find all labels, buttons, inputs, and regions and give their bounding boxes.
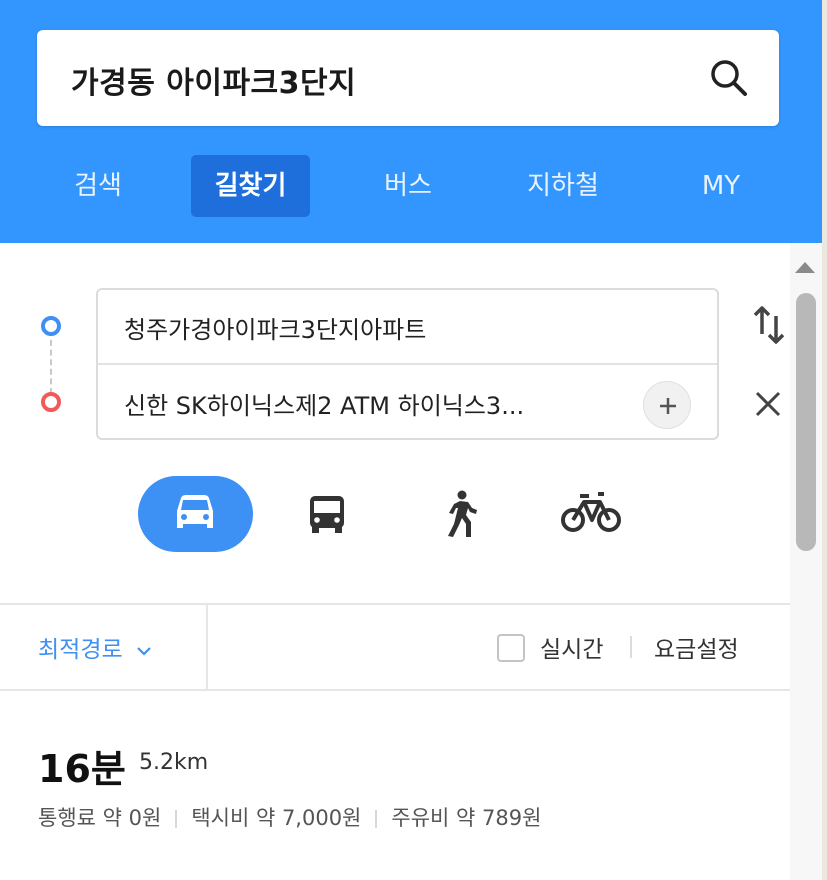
bicycle-icon [561, 492, 621, 532]
divider-vertical [206, 605, 208, 689]
toll-cost: 통행료 약 0원 [38, 806, 162, 830]
main-tabs: 검색 길찾기 버스 지하철 MY [0, 155, 822, 219]
search-box[interactable]: 가경동 아이파크3단지 [37, 30, 779, 126]
swap-route-icon[interactable] [752, 304, 786, 346]
mode-walk-button[interactable] [422, 476, 498, 552]
scroll-up-arrow-icon[interactable] [795, 262, 815, 273]
tab-subway[interactable]: 지하철 [508, 155, 618, 217]
fee-setting-button[interactable]: 요금설정 [654, 630, 739, 664]
realtime-label[interactable]: 실시간 [540, 630, 603, 664]
mode-transit-button[interactable] [286, 476, 366, 552]
tab-my[interactable]: MY [686, 155, 756, 217]
destination-marker-icon [41, 392, 61, 412]
cost-separator [375, 810, 378, 828]
chevron-down-icon [137, 646, 151, 656]
option-separator [630, 636, 632, 658]
route-type-label: 최적경로 [38, 637, 123, 663]
search-icon[interactable] [707, 56, 751, 100]
header-bar: 가경동 아이파크3단지 검색 길찾기 버스 지하철 MY [0, 0, 822, 243]
destination-field[interactable]: 신한 SK하이닉스제2 ATM 하이닉스3... [98, 366, 717, 441]
divider [0, 603, 790, 605]
walk-icon [448, 490, 477, 537]
car-icon [177, 495, 213, 528]
route-costs: 통행료 약 0원 택시비 약 7,000원 주유비 약 789원 [38, 802, 541, 832]
tab-directions[interactable]: 길찾기 [191, 155, 310, 217]
scrollbar-thumb[interactable] [796, 293, 816, 551]
mode-car-button[interactable] [138, 476, 253, 552]
fuel-cost: 주유비 약 789원 [391, 806, 542, 830]
divider [0, 689, 790, 691]
tab-search[interactable]: 검색 [60, 155, 136, 217]
route-input-box: 청주가경아이파크3단지아파트 신한 SK하이닉스제2 ATM 하이닉스3... [96, 288, 719, 440]
add-waypoint-button[interactable] [643, 381, 691, 429]
cost-separator [175, 810, 178, 828]
taxi-cost: 택시비 약 7,000원 [191, 806, 362, 830]
bus-icon [310, 496, 344, 533]
origin-field[interactable]: 청주가경아이파크3단지아파트 [98, 290, 717, 365]
route-duration[interactable]: 16분 [38, 738, 126, 793]
clear-route-icon[interactable] [754, 390, 782, 418]
mode-bicycle-button[interactable] [550, 476, 634, 552]
route-distance: 5.2km [139, 750, 209, 775]
origin-marker-icon [41, 316, 61, 336]
destination-text[interactable]: 신한 SK하이닉스제2 ATM 하이닉스3... [124, 386, 524, 421]
tab-bus[interactable]: 버스 [370, 155, 446, 217]
realtime-checkbox[interactable] [497, 634, 525, 662]
route-type-dropdown[interactable]: 최적경로 [38, 630, 152, 664]
origin-text[interactable]: 청주가경아이파크3단지아파트 [124, 310, 426, 345]
route-connector [50, 340, 52, 394]
plus-icon [660, 398, 676, 414]
search-input[interactable]: 가경동 아이파크3단지 [71, 58, 356, 102]
map-edge [822, 0, 827, 880]
